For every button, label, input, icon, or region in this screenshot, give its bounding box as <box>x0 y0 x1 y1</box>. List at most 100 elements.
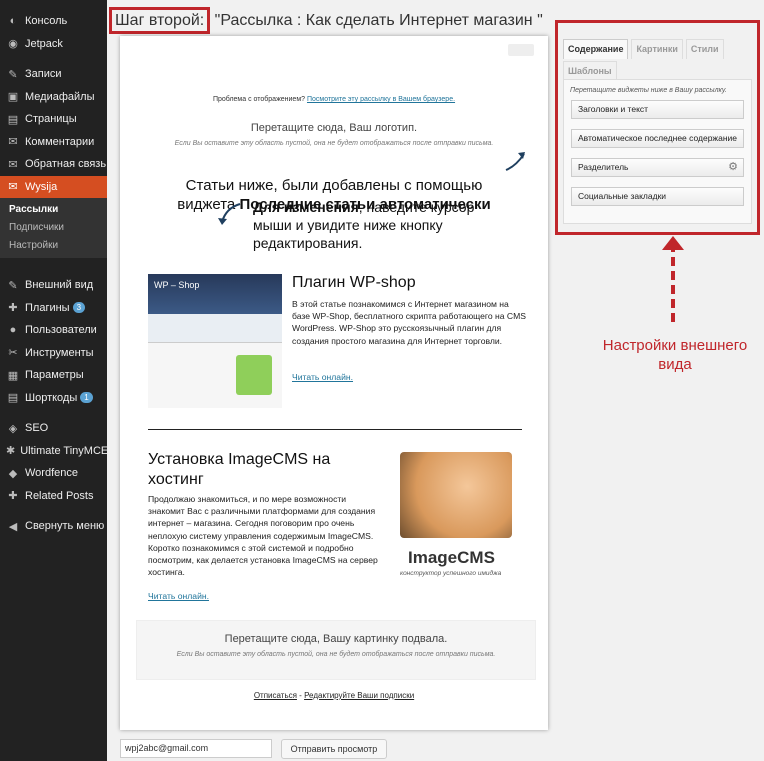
sidebar-item-10[interactable]: ● Пользователи <box>0 319 107 342</box>
tab-templates[interactable]: Шаблоны <box>563 61 617 81</box>
sidebar-item-7[interactable]: ✉ Wysija <box>0 175 107 198</box>
article1-read-link[interactable]: Читать онлайн. <box>292 372 353 382</box>
footer-zone-title: Перетащите сюда, Вашу картинку подвала. <box>224 633 448 645</box>
problem-line: Проблема с отображением? Посмотрите эту … <box>120 96 548 103</box>
widget-label: Автоматическое последнее содержание <box>578 133 738 143</box>
sidebar-item-label: Параметры <box>25 369 84 382</box>
view-in-browser-link[interactable]: Посмотрите эту рассылку в Вашем браузере… <box>307 96 455 103</box>
article1-title: Плагин WP-shop <box>292 274 416 291</box>
shortcodes-icon: ▤ <box>7 392 19 405</box>
sidebar-item-label: Свернуть меню <box>25 520 105 533</box>
media-icon: ▣ <box>7 91 19 104</box>
edit-subscription-link[interactable]: Редактируйте Ваши подписки <box>304 691 414 700</box>
sidebar-item-1[interactable]: ◉ Jetpack <box>0 33 107 56</box>
unsubscribe-line: Отписаться - Редактируйте Ваши подписки <box>120 691 548 700</box>
footer-drop-zone[interactable]: Перетащите сюда, Вашу картинку подвала. … <box>136 620 536 680</box>
article1-text: В этой статье познакомимся с Интернет ма… <box>292 299 527 346</box>
wysija-submenu: Рассылки Подписчики Настройки <box>0 198 107 258</box>
unsubscribe-link[interactable]: Отписаться <box>254 691 297 700</box>
sidebar-item-14[interactable]: ◈ SEO <box>0 417 107 440</box>
sidebar-item-2[interactable]: ✎ Записи <box>0 63 107 86</box>
folder-icon <box>236 355 272 395</box>
widget-heading-text[interactable]: Заголовки и текст <box>571 100 744 119</box>
sidebar-item-label: Шорткоды <box>25 391 78 404</box>
sidebar-item-11[interactable]: ✂ Инструменты <box>0 342 107 365</box>
tab-content[interactable]: Содержание <box>563 39 629 59</box>
article2-text: Продолжаю знакомиться, и по мере возможн… <box>148 494 378 578</box>
sidebar-item-label: Консоль <box>25 15 68 28</box>
widget-auto-latest[interactable]: Автоматическое последнее содержание <box>571 129 744 148</box>
widget-label: Заголовки и текст <box>578 104 649 114</box>
comments-icon: ✉ <box>8 136 18 149</box>
appearance-icon: ✎ <box>8 279 18 292</box>
sidebar-item-18[interactable]: ◀ Свернуть меню <box>0 515 107 538</box>
logo-drop-zone[interactable]: Перетащите сюда, Ваш логотип. Если Вы ос… <box>138 114 530 162</box>
wpshop-thumbnail[interactable]: WP – Shop <box>148 274 282 408</box>
unsub-sep: - <box>296 691 305 700</box>
sidebar-item-16[interactable]: ◆ Wordfence <box>0 462 107 485</box>
sidebar-item-label: Ultimate TinyMCE <box>20 444 109 457</box>
wpshop-strip <box>148 314 282 342</box>
sidebar-item-13[interactable]: ▤ Шорткоды 1 <box>0 387 107 410</box>
sidebar-item-label: Комментарии <box>25 135 95 148</box>
widget-divider[interactable]: Разделитель ⚙ <box>571 158 744 177</box>
feedback-icon: ✉ <box>8 158 18 171</box>
tab-styles[interactable]: Стили <box>685 39 724 59</box>
sidebar-item-15[interactable]: ✱ Ultimate TinyMCE <box>0 440 109 463</box>
step-label: Шаг второй: <box>109 7 211 34</box>
seo-icon: ◈ <box>8 422 18 435</box>
widget-social-bookmarks[interactable]: Социальные закладки <box>571 187 744 206</box>
widget-label: Разделитель <box>578 162 629 172</box>
tinymce-icon: ✱ <box>6 445 16 458</box>
sidebar-item-label: Wordfence <box>25 467 78 480</box>
imagecms-thumbnail[interactable]: ImageCMS конструктор успешного имиджа <box>390 448 522 582</box>
submenu-item-0[interactable]: Рассылки <box>0 201 107 219</box>
tab-images[interactable]: Картинки <box>631 39 683 59</box>
sidebar-item-label: Wysija <box>25 180 58 193</box>
curved-arrow-up-icon <box>505 152 525 171</box>
curved-arrow-down-icon <box>218 203 241 225</box>
sidebar-item-label: Related Posts <box>25 489 94 502</box>
sidebar-item-label: Страницы <box>25 113 77 126</box>
panel-tabs: Содержание Картинки Стили <box>563 39 752 59</box>
dashed-arrow-line <box>671 243 676 325</box>
settings-icon: ▦ <box>7 369 19 382</box>
admin-sidebar: ◐ Консоль ◉ Jetpack ✎ Записи ▣ Медиафайлы ▤ Стран… <box>0 0 109 761</box>
widgets-panel: Содержание Картинки Стили Шаблоны Перета… <box>555 20 760 235</box>
sidebar-item-12[interactable]: ▦ Параметры <box>0 364 107 387</box>
sidebar-item-9[interactable]: ✚ Плагины 3 <box>0 297 107 320</box>
people-photo <box>400 452 512 538</box>
newsletter-title: "Рассылка : Как сделать Интернет магазин… <box>210 12 543 29</box>
sidebar-item-3[interactable]: ▣ Медиафайлы <box>0 86 107 109</box>
plugins-icon: ✚ <box>8 302 18 315</box>
update-count-badge: 1 <box>80 392 93 404</box>
sidebar-item-6[interactable]: ✉ Обратная связь <box>0 153 107 176</box>
sidebar-item-5[interactable]: ✉ Комментарии <box>0 131 107 154</box>
article2-read-link[interactable]: Читать онлайн. <box>148 591 209 601</box>
sidebar-item-17[interactable]: ✚ Related Posts <box>0 485 107 508</box>
sidebar-item-8[interactable]: ✎ Внешний вид <box>0 274 107 297</box>
update-count-badge: 3 <box>72 302 86 314</box>
sidebar-item-0[interactable]: ◐ Консоль <box>0 10 107 33</box>
jetpack-icon: ◉ <box>8 38 18 51</box>
pin-icon: ✎ <box>8 68 18 81</box>
sidebar-item-label: SEO <box>25 422 49 435</box>
promo2-bold: Для изменения <box>253 199 359 215</box>
submenu-item-1[interactable]: Подписчики <box>0 219 107 237</box>
imagecms-logo: ImageCMS <box>408 548 495 567</box>
logo-zone-title: Перетащите сюда, Ваш логотип. <box>250 122 418 134</box>
canvas-toggle-icon[interactable] <box>508 44 534 56</box>
sidebar-item-label: Медиафайлы <box>25 90 95 103</box>
sidebar-item-label: Инструменты <box>25 346 94 359</box>
sidebar-item-label: Плагины <box>25 301 70 314</box>
pages-icon: ▤ <box>7 113 19 126</box>
wpshop-banner: WP – Shop <box>148 274 282 314</box>
promo-block-2: Для изменения, наведите курсор мыши и ув… <box>253 198 513 252</box>
dashboard-icon: ◐ <box>9 15 17 28</box>
preview-email-input[interactable]: wpj2abc@gmail.com <box>120 739 272 758</box>
submenu-item-2[interactable]: Настройки <box>0 237 107 255</box>
sidebar-item-4[interactable]: ▤ Страницы <box>0 108 107 131</box>
gear-icon[interactable]: ⚙ <box>728 159 738 176</box>
sidebar-item-label: Внешний вид <box>25 279 94 292</box>
send-preview-button[interactable]: Отправить просмотр <box>281 739 387 759</box>
